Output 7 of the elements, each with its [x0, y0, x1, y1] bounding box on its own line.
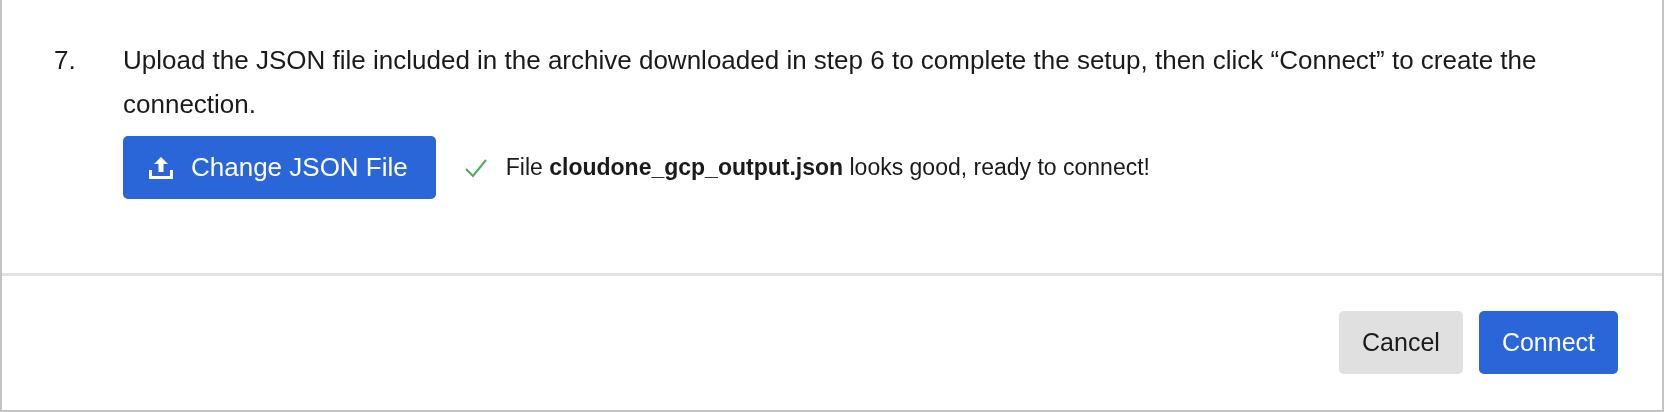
- primary-button[interactable]: Connect: [1478, 311, 1618, 374]
- step-number: 7.: [54, 44, 77, 77]
- upload-icon: [147, 154, 175, 181]
- step-instruction: Upload the JSON file included in the archive downloaded in step 6 to complete the setup, then click “Connect” to create the connection.: [123, 44, 1538, 121]
- secondary-button[interactable]: Cancel: [1339, 311, 1463, 374]
- status-message: File cloudone_gcp_output.json looks good, ready to connect!: [505, 154, 1150, 181]
- change-file-button[interactable]: Change JSON File: [123, 136, 436, 199]
